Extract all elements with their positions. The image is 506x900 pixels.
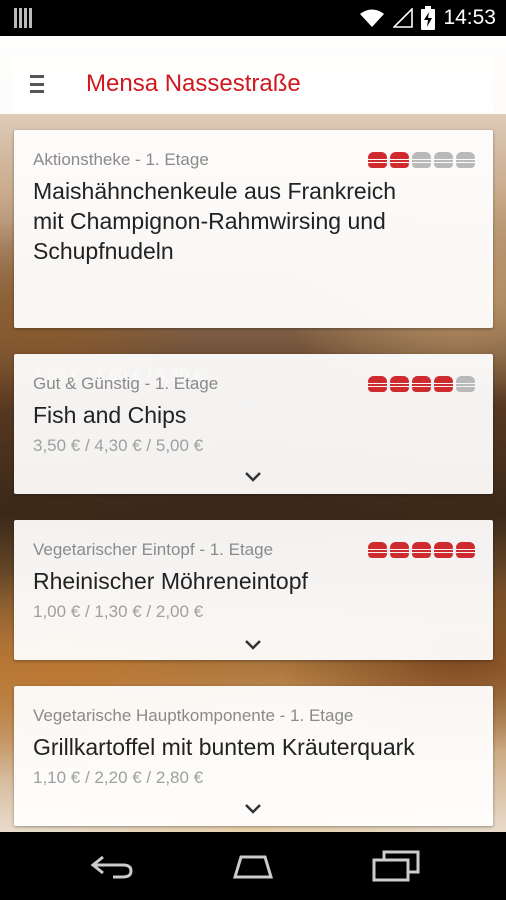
meal-name-line: mit Champignon-Rahmwirsing und: [33, 208, 386, 234]
rating: [368, 376, 475, 392]
meal-name-line: Grillkartoffel mit buntem Kräuterquark: [33, 734, 415, 760]
burger-rating-empty-icon: [412, 152, 431, 168]
recent-apps-button[interactable]: [366, 848, 426, 884]
meal-list-screen[interactable]: Mensa Nassestraße Aktionstheke - 1. Etag…: [0, 36, 506, 832]
meal-prices: 1,00 € / 1,30 € / 2,00 €: [33, 602, 204, 621]
cellular-icon: [393, 8, 414, 28]
navigation-bar: [0, 832, 506, 900]
expand-chevron-icon[interactable]: [244, 638, 262, 652]
meal-category: Vegetarische Hauptkomponente - 1. Etage: [33, 706, 354, 725]
burger-rating-empty-icon: [456, 152, 475, 168]
burger-rating-filled-icon: [434, 376, 453, 392]
meal-name: Fish and Chips: [33, 400, 473, 430]
burger-rating-filled-icon: [368, 542, 387, 558]
back-icon: [90, 855, 133, 879]
meal-card[interactable]: Vegetarische Hauptkomponente - 1. Etage G…: [14, 686, 493, 826]
meal-card[interactable]: Gut & Günstig - 1. Etage Fish and Chips 3,…: [14, 354, 493, 494]
meal-name: Grillkartoffel mit buntem Kräuterquark: [33, 732, 473, 762]
menu-button[interactable]: [12, 56, 62, 112]
back-button[interactable]: [82, 848, 142, 884]
app-bar: Mensa Nassestraße: [12, 56, 494, 112]
wifi-icon: [360, 9, 385, 27]
burger-rating-filled-icon: [390, 376, 409, 392]
burger-rating-filled-icon: [390, 152, 409, 168]
rating: [368, 542, 475, 558]
home-button[interactable]: [223, 848, 283, 884]
expand-chevron-icon[interactable]: [244, 470, 262, 484]
hamburger-menu-icon: [30, 75, 44, 93]
meal-card[interactable]: Vegetarischer Eintopf - 1. Etage Rheinisc…: [14, 520, 493, 660]
meal-category: Aktionstheke - 1. Etage: [33, 150, 209, 169]
rating: [368, 152, 475, 168]
meal-name: Rheinischer Möhreneintopf: [33, 566, 473, 596]
clock: 14:53: [443, 6, 496, 29]
burger-rating-filled-icon: [412, 542, 431, 558]
battery-charging-icon: [421, 6, 436, 30]
home-icon: [232, 855, 274, 879]
meal-name-line: Schupfnudeln: [33, 238, 174, 264]
burger-rating-filled-icon: [412, 376, 431, 392]
recent-apps-icon: [372, 850, 420, 882]
burger-rating-filled-icon: [390, 542, 409, 558]
burger-rating-filled-icon: [456, 542, 475, 558]
burger-rating-empty-icon: [434, 152, 453, 168]
burger-rating-filled-icon: [434, 542, 453, 558]
meal-name-line: Maishähnchenkeule aus Frankreich: [33, 178, 397, 204]
meal-prices: 1,10 € / 2,20 € / 2,80 €: [33, 768, 204, 787]
meal-category: Gut & Günstig - 1. Etage: [33, 374, 219, 393]
signal-bars-icon: [14, 8, 34, 28]
burger-rating-filled-icon: [368, 152, 387, 168]
meal-card[interactable]: Aktionstheke - 1. Etage Maishähnchenkeule…: [14, 130, 493, 410]
burger-rating-empty-icon: [456, 376, 475, 392]
meal-name: Maishähnchenkeule aus Frankreich mit Cham…: [33, 176, 473, 266]
burger-rating-filled-icon: [368, 376, 387, 392]
status-bar: 14:53: [0, 0, 506, 36]
expand-chevron-icon[interactable]: [244, 802, 262, 816]
meal-prices: 3,50 € / 4,30 € / 5,00 €: [33, 436, 204, 455]
meal-category: Vegetarischer Eintopf - 1. Etage: [33, 540, 274, 559]
meal-name-line: Rheinischer Möhreneintopf: [33, 568, 308, 594]
page-title: Mensa Nassestraße: [86, 70, 301, 97]
meal-name-line: Fish and Chips: [33, 402, 187, 428]
